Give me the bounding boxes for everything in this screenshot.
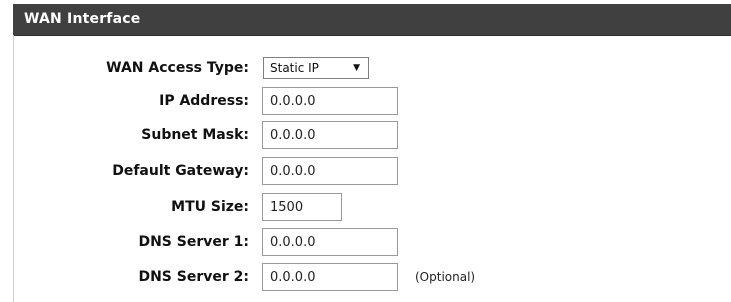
subnet-mask-label: Subnet Mask:: [141, 127, 249, 143]
default-gateway-input[interactable]: [262, 157, 398, 185]
wan-interface-panel: WAN Interface WAN Access Type: Static IP…: [0, 0, 731, 302]
chevron-down-icon: ▼: [353, 63, 360, 73]
row-wan-access-type: WAN Access Type: Static IP ▼: [0, 51, 731, 85]
row-default-gateway: Default Gateway:: [0, 154, 731, 188]
ip-address-label: IP Address:: [159, 93, 249, 109]
dns-server-1-input[interactable]: [262, 228, 398, 256]
section-title: WAN Interface: [24, 11, 141, 27]
row-dns-server-2: DNS Server 2: (Optional): [0, 260, 731, 294]
wan-access-type-label: WAN Access Type:: [106, 60, 249, 76]
wan-access-type-select[interactable]: Static IP ▼: [263, 57, 369, 79]
optional-note: (Optional): [415, 270, 476, 284]
dns-server-2-label: DNS Server 2:: [138, 269, 249, 285]
wan-access-type-value: Static IP: [270, 61, 319, 75]
subnet-mask-input[interactable]: [262, 121, 398, 149]
row-dns-server-1: DNS Server 1:: [0, 225, 731, 259]
ip-address-input[interactable]: [262, 87, 398, 115]
dns-server-1-label: DNS Server 1:: [138, 234, 249, 250]
mtu-size-label: MTU Size:: [171, 199, 249, 215]
row-subnet-mask: Subnet Mask:: [0, 118, 731, 152]
row-ip-address: IP Address:: [0, 84, 731, 118]
section-header: WAN Interface: [13, 4, 731, 36]
dns-server-2-input[interactable]: [262, 263, 398, 291]
row-mtu-size: MTU Size:: [0, 190, 731, 224]
default-gateway-label: Default Gateway:: [112, 163, 249, 179]
mtu-size-input[interactable]: [262, 193, 342, 221]
